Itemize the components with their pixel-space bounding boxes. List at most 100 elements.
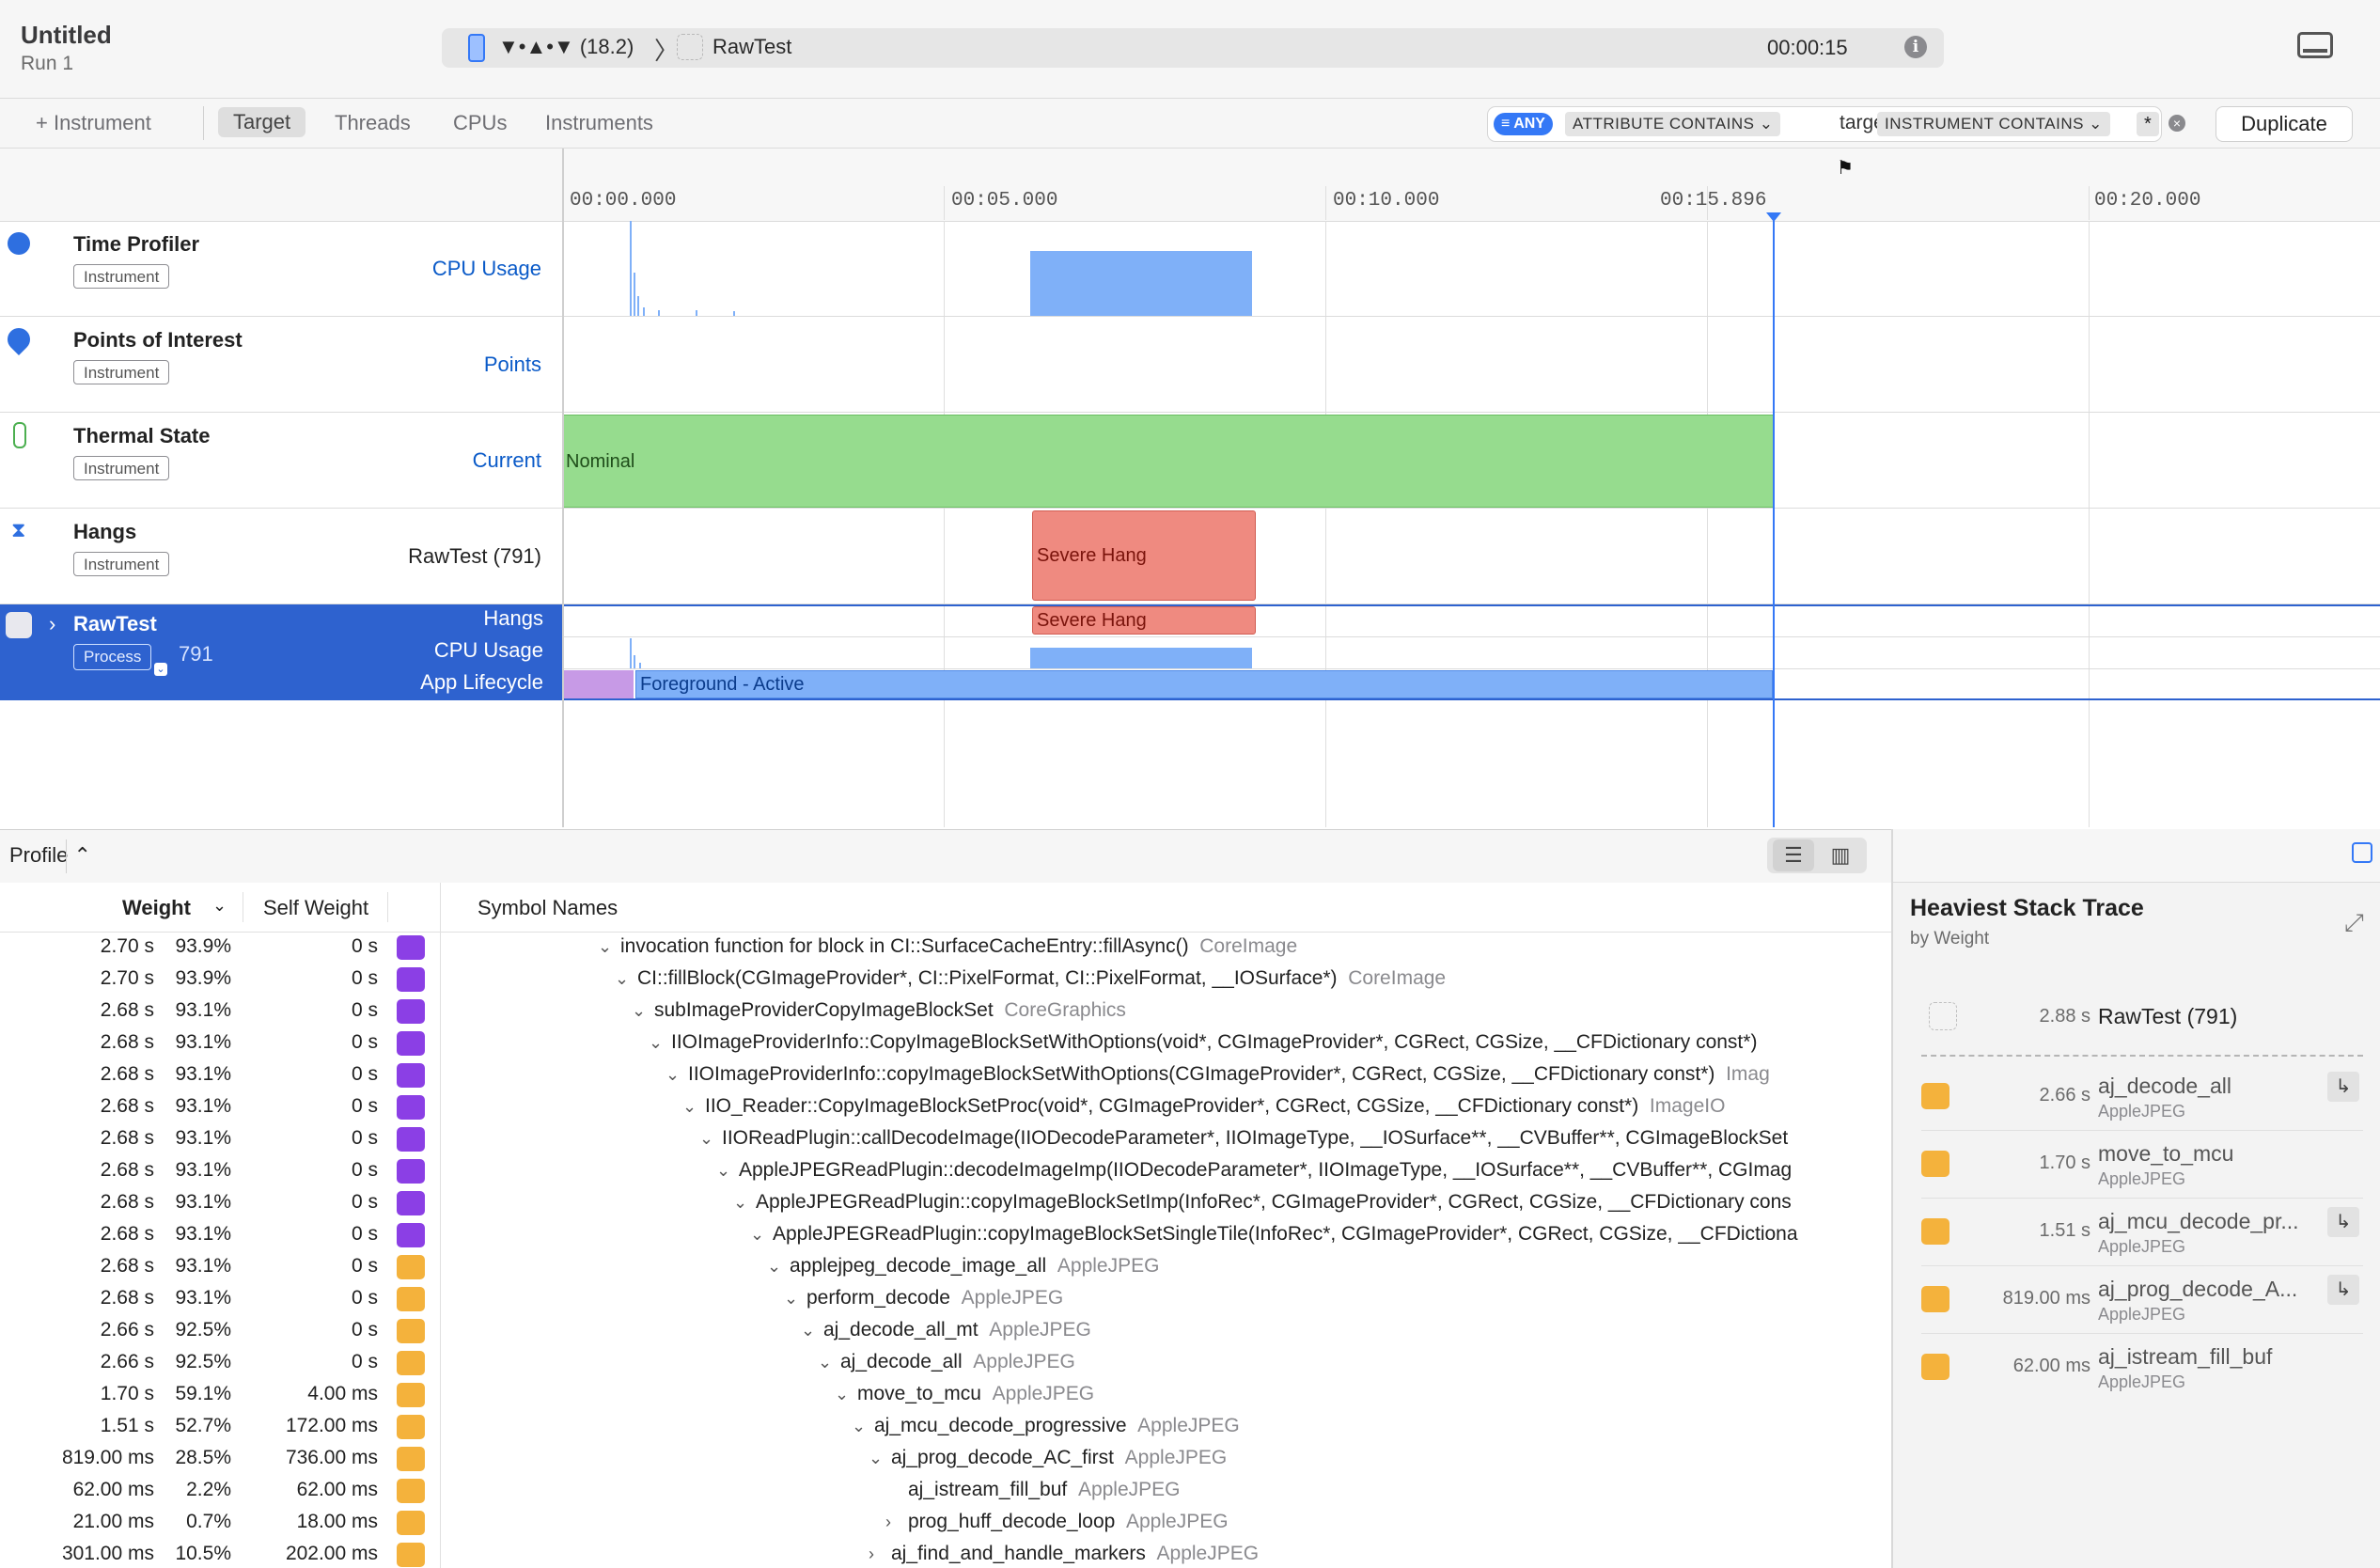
disclosure-chevron-icon[interactable]: › (49, 612, 55, 636)
detail-mode-popup[interactable]: Profile ⌃ (9, 843, 91, 868)
lane-label-lifecycle[interactable]: App Lifecycle (338, 670, 543, 695)
clear-filter-icon[interactable]: × (2169, 115, 2185, 132)
column-self-weight[interactable]: Self Weight (263, 896, 368, 920)
lifecycle-launching[interactable] (564, 670, 634, 698)
inspection-head[interactable] (1773, 218, 1775, 827)
disclosure-expanded-icon[interactable]: ⌄ (818, 1353, 832, 1372)
process-badge[interactable]: Process (73, 644, 152, 670)
disclosure-expanded-icon[interactable]: ⌄ (750, 1225, 764, 1245)
sort-chevron-icon[interactable]: ⌄ (212, 896, 227, 916)
filter-token-instrument[interactable]: INSTRUMENT CONTAINS ⌄ (1877, 112, 2110, 136)
disclosure-collapsed-icon[interactable]: › (869, 1544, 874, 1564)
stack-frame[interactable]: 2.66 s aj_decode_all AppleJPEG ↳ (1893, 1064, 2380, 1132)
stack-frame[interactable]: 62.00 ms aj_istream_fill_buf AppleJPEG (1893, 1335, 2380, 1403)
table-row[interactable]: 2.68 s 93.1% 0 s ⌄ AppleJPEGReadPlugin::copy… (0, 1187, 1891, 1219)
tab-threads[interactable]: Threads (335, 111, 411, 135)
table-row[interactable]: 2.68 s 93.1% 0 s ⌄ applejpeg_decode_image_al… (0, 1251, 1891, 1283)
row-symbol[interactable]: prog_huff_decode_loop AppleJPEG (908, 1511, 1229, 1533)
table-row[interactable]: 2.68 s 93.1% 0 s ⌄ subImageProviderCopyImage… (0, 996, 1891, 1027)
table-row[interactable]: 1.51 s 52.7% 172.00 ms ⌄ aj_mcu_decode_progr… (0, 1411, 1891, 1443)
track-time-profiler[interactable]: Time Profiler Instrument CPU Usage (0, 221, 2380, 317)
stack-frame[interactable]: 819.00 ms aj_prog_decode_A... AppleJPEG ↳ (1893, 1267, 2380, 1335)
table-row[interactable]: 2.68 s 93.1% 0 s ⌄ IIOImageProviderInfo::Cop… (0, 1027, 1891, 1059)
expand-icon[interactable]: ⤢ (2344, 908, 2364, 938)
track-label-divider[interactable] (562, 149, 564, 827)
disclosure-expanded-icon[interactable]: ⌄ (835, 1385, 849, 1404)
thermal-state-bar[interactable]: Nominal (564, 415, 1773, 508)
jump-to-source-icon[interactable]: ↳ (2327, 1275, 2359, 1305)
process-lanes[interactable]: Severe Hang Foreground - Active (564, 604, 2380, 700)
disclosure-expanded-icon[interactable]: ⌄ (784, 1289, 798, 1309)
disclosure-expanded-icon[interactable]: ⌄ (767, 1257, 781, 1277)
disclosure-expanded-icon[interactable]: ⌄ (801, 1321, 815, 1341)
disclosure-expanded-icon[interactable]: ⌄ (632, 1001, 646, 1021)
lane-label-cpu[interactable]: CPU Usage (376, 638, 543, 663)
severe-hang-interval[interactable]: Severe Hang (1032, 606, 1256, 635)
track-detail-label[interactable]: CPU Usage (432, 257, 541, 281)
row-symbol[interactable]: invocation function for block in CI::Sur… (620, 935, 1297, 958)
inspection-head-knob[interactable] (1766, 212, 1781, 222)
add-instrument-button[interactable]: + Instrument (36, 111, 151, 135)
device-name[interactable]: ▼•▲•▼ (18.2) (498, 35, 634, 59)
track-hangs[interactable]: ⧗ Hangs Instrument RawTest (791) Severe … (0, 509, 2380, 604)
row-symbol[interactable]: aj_decode_all_mt AppleJPEG (823, 1319, 1091, 1341)
stack-frame[interactable]: 1.70 s move_to_mcu AppleJPEG (1893, 1132, 2380, 1200)
column-weight[interactable]: Weight (122, 896, 191, 920)
table-row[interactable]: 2.68 s 93.1% 0 s ⌄ IIO_Reader::CopyImageBloc… (0, 1091, 1891, 1123)
time-ruler[interactable]: 00:00.000 00:05.000 00:10.000 00:15.896 … (0, 149, 2380, 222)
flame-graph-icon[interactable]: ▥ (1820, 839, 1861, 871)
match-any-toggle[interactable]: ≡ ANY (1494, 113, 1553, 135)
row-symbol[interactable]: AppleJPEGReadPlugin::copyImageBlockSetSi… (773, 1223, 1808, 1246)
severe-hang-interval[interactable]: Severe Hang (1032, 510, 1256, 601)
view-mode-segmented[interactable]: ☰ ▥ (1767, 838, 1867, 873)
track-process-rawtest[interactable]: › RawTest Process ⌄ 791 Hangs CPU Usage … (0, 604, 562, 700)
track-thermal-state[interactable]: Thermal State Instrument Current Nominal (0, 413, 2380, 509)
table-row[interactable]: 2.68 s 93.1% 0 s ⌄ AppleJPEGReadPlugin::copy… (0, 1219, 1891, 1251)
disclosure-expanded-icon[interactable]: ⌄ (869, 1449, 883, 1468)
row-symbol[interactable]: subImageProviderCopyImageBlockSet CoreGr… (654, 999, 1126, 1022)
row-symbol[interactable]: IIO_Reader::CopyImageBlockSetProc(void*,… (705, 1095, 1725, 1118)
row-symbol[interactable]: aj_decode_all AppleJPEG (840, 1351, 1075, 1373)
target-scheme-bar[interactable]: ▼•▲•▼ (18.2) 〉 RawTest 00:00:15 i (442, 28, 1944, 68)
column-symbol-names[interactable]: Symbol Names (478, 896, 618, 920)
table-row[interactable]: 2.68 s 93.1% 0 s ⌄ AppleJPEGReadPlugin::deco… (0, 1155, 1891, 1187)
row-symbol[interactable]: IIOImageProviderInfo::CopyImageBlockSetW… (671, 1031, 1768, 1054)
track-detail-label[interactable]: Points (484, 353, 541, 377)
row-symbol[interactable]: aj_find_and_handle_markers AppleJPEG (891, 1543, 1259, 1565)
table-row[interactable]: 2.70 s 93.9% 0 s ⌄ CI::fillBlock(CGImageProv… (0, 964, 1891, 996)
table-row[interactable]: 21.00 ms 0.7% 18.00 ms › prog_huff_decode_lo… (0, 1507, 1891, 1539)
call-tree[interactable]: 2.70 s 93.9% 0 s ⌄ invocation function for b… (0, 932, 1891, 1568)
info-icon[interactable]: i (1904, 36, 1927, 58)
target-app-name[interactable]: RawTest (712, 35, 791, 59)
inspector-toggle-icon[interactable] (2352, 842, 2372, 863)
row-symbol[interactable]: aj_istream_fill_buf AppleJPEG (908, 1479, 1181, 1501)
stack-root-name[interactable]: RawTest (791) (2098, 1004, 2237, 1029)
stack-frame[interactable]: 1.51 s aj_mcu_decode_pr... AppleJPEG ↳ (1893, 1200, 2380, 1267)
table-row[interactable]: 2.66 s 92.5% 0 s ⌄ aj_decode_all_mt AppleJPE… (0, 1315, 1891, 1347)
disclosure-collapsed-icon[interactable]: › (885, 1513, 891, 1532)
flag-icon[interactable]: ⚑ (1837, 156, 1854, 180)
filter-token-attribute[interactable]: ATTRIBUTE CONTAINS ⌄ (1565, 112, 1781, 136)
lane-label-hangs[interactable]: Hangs (376, 606, 543, 631)
disclosure-expanded-icon[interactable]: ⌄ (665, 1065, 680, 1085)
row-symbol[interactable]: applejpeg_decode_image_all AppleJPEG (790, 1255, 1159, 1278)
toggle-bottom-panel-icon[interactable] (2297, 32, 2333, 58)
row-symbol[interactable]: IIOReadPlugin::callDecodeImage(IIODecode… (722, 1127, 1799, 1150)
jump-to-source-icon[interactable]: ↳ (2327, 1072, 2359, 1102)
track-filter-field[interactable]: ≡ ANY ATTRIBUTE CONTAINS ⌄ target INSTRU… (1487, 106, 2185, 142)
row-symbol[interactable]: CI::fillBlock(CGImageProvider*, CI::Pixe… (637, 967, 1446, 990)
call-tree-list-icon[interactable]: ☰ (1773, 839, 1814, 871)
table-row[interactable]: 2.68 s 93.1% 0 s ⌄ IIOImageProviderInfo::cop… (0, 1059, 1891, 1091)
table-row[interactable]: 62.00 ms 2.2% 62.00 ms aj_istream_fill_buf … (0, 1475, 1891, 1507)
row-symbol[interactable]: aj_mcu_decode_progressive AppleJPEG (874, 1415, 1240, 1437)
tab-cpus[interactable]: CPUs (453, 111, 507, 135)
table-row[interactable]: 2.68 s 93.1% 0 s ⌄ perform_decode AppleJPEG (0, 1283, 1891, 1315)
filter-token-instrument-value[interactable]: * (2137, 112, 2159, 136)
disclosure-expanded-icon[interactable]: ⌄ (716, 1161, 730, 1181)
disclosure-expanded-icon[interactable]: ⌄ (699, 1129, 713, 1149)
table-row[interactable]: 1.70 s 59.1% 4.00 ms ⌄ move_to_mcu AppleJPEG (0, 1379, 1891, 1411)
table-row[interactable]: 301.00 ms 10.5% 202.00 ms › aj_find_and_hand… (0, 1539, 1891, 1568)
badge-menu-chevron-icon[interactable]: ⌄ (154, 663, 167, 676)
table-row[interactable]: 2.68 s 93.1% 0 s ⌄ IIOReadPlugin::callDecode… (0, 1123, 1891, 1155)
row-symbol[interactable]: AppleJPEGReadPlugin::decodeImageImp(IIOD… (739, 1159, 1803, 1182)
